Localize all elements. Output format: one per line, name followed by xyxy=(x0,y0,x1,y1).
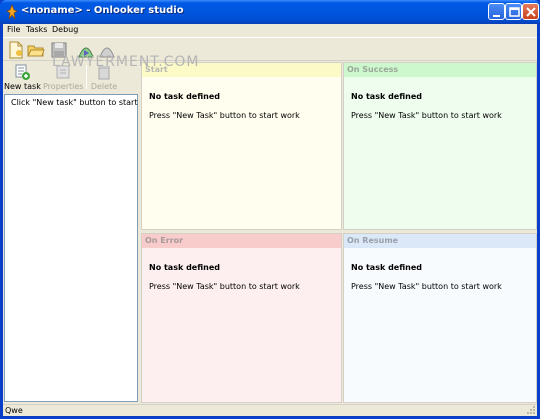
maximize-icon xyxy=(509,7,520,17)
menu-debug[interactable]: Debug xyxy=(52,25,78,34)
new-task-icon xyxy=(15,64,30,80)
start-panel: Start No task defined Press "New Task" b… xyxy=(141,62,342,230)
open-folder-icon[interactable] xyxy=(27,41,45,59)
error-prompt: Press "New Task" button to start work xyxy=(149,282,300,291)
minimize-icon xyxy=(493,15,500,17)
status-bar: Qwe xyxy=(3,404,537,416)
close-button[interactable] xyxy=(522,3,539,20)
new-file-icon[interactable] xyxy=(7,41,25,59)
close-icon xyxy=(526,7,536,17)
error-status: No task defined xyxy=(149,263,220,272)
app-icon xyxy=(6,4,18,20)
new-task-label: New task xyxy=(4,82,41,91)
success-panel-header: On Success xyxy=(344,63,536,77)
resize-grip-icon[interactable] xyxy=(526,405,536,415)
error-panel-header: On Error xyxy=(142,234,341,248)
resume-panel: On Resume No task defined Press "New Tas… xyxy=(343,233,537,403)
status-text: Qwe xyxy=(5,406,23,415)
properties-label: Properties xyxy=(43,82,84,91)
client-area: File Tasks Debug LAWYERMENT.COM New task… xyxy=(3,24,537,416)
menu-tasks[interactable]: Tasks xyxy=(26,25,47,34)
menu-bar: File Tasks Debug xyxy=(3,24,537,37)
window-title: <noname> - Onlooker studio xyxy=(21,5,184,16)
start-status: No task defined xyxy=(149,92,220,101)
start-prompt: Press "New Task" button to start work xyxy=(149,111,300,120)
delete-label: Delete xyxy=(90,82,118,91)
success-panel: On Success No task defined Press "New Ta… xyxy=(343,62,537,230)
title-bar[interactable]: <noname> - Onlooker studio xyxy=(0,0,540,24)
success-status: No task defined xyxy=(351,92,422,101)
minimize-button[interactable] xyxy=(488,3,505,20)
resume-status: No task defined xyxy=(351,263,422,272)
resume-panel-header: On Resume xyxy=(344,234,536,248)
resume-prompt: Press "New Task" button to start work xyxy=(351,282,502,291)
error-panel: On Error No task defined Press "New Task… xyxy=(141,233,342,403)
task-list[interactable]: Click "New task" button to start xyxy=(4,94,138,402)
watermark: LAWYERMENT.COM xyxy=(52,54,200,70)
success-prompt: Press "New Task" button to start work xyxy=(351,111,502,120)
app-window: <noname> - Onlooker studio File Tasks De… xyxy=(0,0,540,419)
menu-file[interactable]: File xyxy=(7,25,20,34)
maximize-button[interactable] xyxy=(505,3,522,20)
task-list-hint: Click "New task" button to start xyxy=(11,98,138,107)
